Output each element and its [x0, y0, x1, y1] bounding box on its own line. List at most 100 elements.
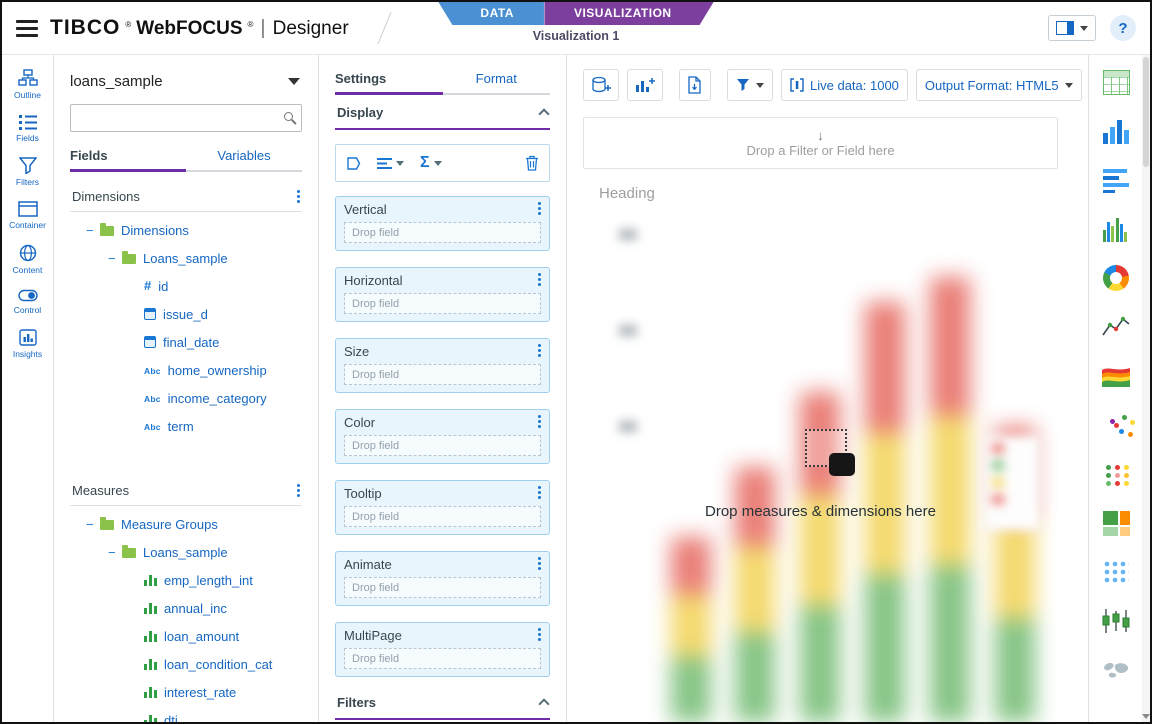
- treemap-icon[interactable]: [1101, 508, 1131, 538]
- field-bucket[interactable]: Animate Drop field: [335, 551, 550, 606]
- tree-item[interactable]: income_category: [70, 384, 302, 412]
- tree-item[interactable]: emp_length_int: [70, 566, 302, 594]
- add-visualization-button[interactable]: [627, 69, 663, 101]
- flag-button[interactable]: [346, 156, 361, 171]
- live-data-button[interactable]: Live data: 1000: [781, 69, 908, 101]
- app-window: TIBCO ® WebFOCUS ® | Designer DATA VISUA…: [0, 0, 1152, 724]
- tab-visualization[interactable]: VISUALIZATION: [544, 2, 714, 25]
- kebab-menu-icon[interactable]: [297, 484, 300, 487]
- field-bucket[interactable]: Size Drop field: [335, 338, 550, 393]
- tab-variables[interactable]: Variables: [186, 148, 302, 170]
- tree-item[interactable]: issue_d: [70, 300, 302, 328]
- tree-item[interactable]: − Measure Groups: [70, 510, 302, 538]
- kebab-menu-icon[interactable]: [538, 273, 541, 276]
- kebab-menu-icon[interactable]: [538, 344, 541, 347]
- aggregation-button[interactable]: Σ: [420, 155, 442, 171]
- map-chart-icon[interactable]: [1101, 655, 1131, 685]
- chart-preview[interactable]: Heading Drop measures: [583, 169, 1058, 722]
- panel-layout-button[interactable]: [1048, 15, 1096, 41]
- tree-item[interactable]: final_date: [70, 328, 302, 356]
- sidebar-item-fields[interactable]: Fields: [2, 114, 53, 143]
- collapse-toggle[interactable]: −: [108, 251, 122, 266]
- help-button[interactable]: ?: [1110, 15, 1136, 41]
- trash-button[interactable]: [525, 155, 539, 171]
- sidebar-item-outline[interactable]: Outline: [2, 69, 53, 100]
- search-input[interactable]: [70, 104, 302, 132]
- table-icon[interactable]: [1101, 67, 1131, 97]
- tree-item[interactable]: loan_amount: [70, 622, 302, 650]
- add-data-button[interactable]: [583, 69, 619, 101]
- kebab-menu-icon[interactable]: [538, 486, 541, 489]
- output-format-button[interactable]: Output Format: HTML5: [916, 69, 1082, 101]
- kebab-menu-icon[interactable]: [297, 190, 300, 193]
- hamburger-menu-icon[interactable]: [16, 20, 38, 37]
- tree-item[interactable]: loan_condition_cat: [70, 650, 302, 678]
- collapse-toggle[interactable]: −: [86, 517, 100, 532]
- chevron-up-icon[interactable]: [538, 698, 549, 709]
- filter-dropdown-button[interactable]: [727, 69, 773, 101]
- export-page-button[interactable]: [679, 69, 711, 101]
- mode-switcher: DATA VISUALIZATION Visualization 1: [438, 2, 713, 43]
- cluster-chart-icon[interactable]: [1101, 459, 1131, 489]
- sidebar-item-filters[interactable]: Filters: [2, 157, 53, 187]
- tree-item[interactable]: annual_inc: [70, 594, 302, 622]
- kebab-menu-icon[interactable]: [538, 202, 541, 205]
- collapse-toggle[interactable]: −: [108, 545, 122, 560]
- kebab-menu-icon[interactable]: [538, 628, 541, 631]
- display-section-header[interactable]: Display: [335, 95, 550, 130]
- data-source-panel: loans_sample Fields Variables Dimensions…: [54, 55, 319, 722]
- tree-item[interactable]: − Dimensions: [70, 216, 302, 244]
- horizontal-bar-chart-icon[interactable]: [1101, 165, 1131, 195]
- tab-settings[interactable]: Settings: [335, 71, 443, 93]
- bucket-drop-zone[interactable]: Drop field: [344, 293, 541, 314]
- tree-item[interactable]: − Loans_sample: [70, 538, 302, 566]
- scroll-down-icon[interactable]: [1142, 714, 1150, 719]
- sidebar-item-insights[interactable]: Insights: [2, 329, 53, 359]
- sidebar-item-control[interactable]: Control: [2, 289, 53, 315]
- column-chart-icon[interactable]: [1101, 214, 1131, 244]
- filters-section-header[interactable]: Filters: [335, 693, 550, 720]
- dot-plot-icon[interactable]: [1101, 557, 1131, 587]
- bucket-drop-zone[interactable]: Drop field: [344, 222, 541, 243]
- bar-chart-icon[interactable]: [1101, 116, 1131, 146]
- kebab-menu-icon[interactable]: [538, 415, 541, 418]
- box-plot-icon[interactable]: [1101, 606, 1131, 636]
- line-chart-icon[interactable]: [1101, 312, 1131, 342]
- field-bucket[interactable]: MultiPage Drop field: [335, 622, 550, 677]
- tab-data[interactable]: DATA: [438, 2, 544, 25]
- field-label: final_date: [163, 335, 219, 350]
- chevron-up-icon[interactable]: [538, 108, 549, 119]
- text-align-button[interactable]: [377, 157, 404, 170]
- scrollbar[interactable]: [1142, 55, 1150, 722]
- filter-drop-zone[interactable]: ↓ Drop a Filter or Field here: [583, 117, 1058, 169]
- bucket-drop-zone[interactable]: Drop field: [344, 648, 541, 669]
- stacked-area-chart-icon[interactable]: [1101, 361, 1131, 391]
- bucket-drop-zone[interactable]: Drop field: [344, 577, 541, 598]
- data-source-selector[interactable]: loans_sample: [70, 73, 302, 90]
- bucket-drop-zone[interactable]: Drop field: [344, 435, 541, 456]
- tab-format[interactable]: Format: [443, 71, 551, 93]
- field-bucket[interactable]: Tooltip Drop field: [335, 480, 550, 535]
- canvas-area: Live data: 1000 Output Format: HTML5 ↓ D…: [567, 55, 1088, 722]
- donut-chart-icon[interactable]: [1101, 263, 1131, 293]
- tree-item[interactable]: term: [70, 412, 302, 440]
- sidebar-item-content[interactable]: Content: [2, 244, 53, 275]
- scrollbar-thumb[interactable]: [1143, 57, 1149, 167]
- bucket-drop-zone[interactable]: Drop field: [344, 506, 541, 527]
- tree-item[interactable]: home_ownership: [70, 356, 302, 384]
- tree-item[interactable]: − Loans_sample: [70, 244, 302, 272]
- sidebar-item-container[interactable]: Container: [2, 201, 53, 230]
- tab-fields[interactable]: Fields: [70, 148, 186, 170]
- bucket-drop-zone[interactable]: Drop field: [344, 364, 541, 385]
- tree-item[interactable]: dti: [70, 706, 302, 722]
- field-bucket[interactable]: Color Drop field: [335, 409, 550, 464]
- collapse-toggle[interactable]: −: [86, 223, 100, 238]
- tree-item[interactable]: interest_rate: [70, 678, 302, 706]
- kebab-menu-icon[interactable]: [538, 557, 541, 560]
- scatter-plot-icon[interactable]: [1101, 410, 1131, 440]
- field-type-icon: [144, 714, 157, 722]
- tree-item[interactable]: id: [70, 272, 302, 300]
- chevron-down-icon: [396, 161, 404, 166]
- field-bucket[interactable]: Vertical Drop field: [335, 196, 550, 251]
- field-bucket[interactable]: Horizontal Drop field: [335, 267, 550, 322]
